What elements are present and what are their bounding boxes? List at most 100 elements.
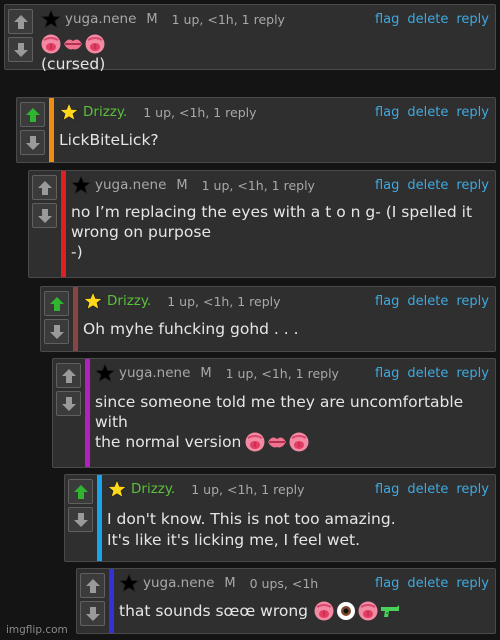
star-icon [119,573,139,593]
comment: yuga.nene M 1 up, <1h, 1 reply flag dele… [52,358,496,468]
comment-meta: 1 up, <1h, 1 reply [191,481,305,497]
vote-controls [8,9,35,65]
upvote-button[interactable] [56,363,81,388]
vote-controls [20,102,47,158]
delete-link[interactable]: delete [407,294,448,309]
downvote-button[interactable] [32,203,57,228]
comment: yuga.nene M 0 ups, <1h flag delete reply… [76,568,496,634]
reply-link[interactable]: reply [456,482,489,497]
comment-line: that sounds sœœ wrong [119,601,489,621]
comment-line: I don't know. This is not too amazing. [107,510,396,528]
star-icon [83,291,103,311]
comment-meta: 1 up, <1h, 1 reply [143,104,257,120]
arrow-up-icon [49,296,64,311]
username[interactable]: Drizzy. [83,104,127,120]
tongue-emoji-icon [245,432,265,452]
water-pistol-emoji-icon [380,601,400,621]
arrow-down-icon [25,135,40,150]
downvote-button[interactable] [44,319,69,344]
arrow-up-icon [25,107,40,122]
username[interactable]: yuga.nene [65,11,136,27]
comment-line-text: that sounds sœœ wrong [119,602,309,620]
comment-header: yuga.nene M 1 up, <1h, 1 reply flag dele… [95,359,489,387]
delete-link[interactable]: delete [407,12,448,27]
thread-bar [109,569,114,633]
comment-text: since someone told me they are uncomfort… [95,392,489,452]
comment-header: yuga.nene M 1 up, <1h, 1 reply flag dele… [71,171,489,199]
comment-header: Drizzy. 1 up, <1h, 1 reply flag delete r… [107,475,489,503]
comment-line: since someone told me they are uncomfort… [95,393,464,411]
comment-line: It's like it's licking me, I feel wet. [107,531,361,549]
mod-badge: M [224,575,236,591]
comment-text: LickBiteLick? [59,130,489,150]
arrow-up-icon [61,368,76,383]
delete-link[interactable]: delete [407,105,448,120]
reply-link[interactable]: reply [456,366,489,381]
flag-link[interactable]: flag [375,12,399,27]
reply-link[interactable]: reply [456,105,489,120]
comment-header: Drizzy. 1 up, <1h, 1 reply flag delete r… [59,98,489,126]
eye-emoji-icon [336,601,356,621]
comment-meta: 0 ups, <1h [249,575,319,591]
thread-bar [73,287,78,351]
comment-text: I don't know. This is not too amazing. I… [107,509,489,551]
upvote-button[interactable] [68,479,93,504]
downvote-button[interactable] [68,507,93,532]
vote-controls [56,363,83,419]
username[interactable]: yuga.nene [143,575,214,591]
comment-text: no I’m replacing the eyes with a t o n g… [71,202,489,262]
comment-header: yuga.nene M 0 ups, <1h flag delete reply [119,569,489,597]
flag-link[interactable]: flag [375,482,399,497]
flag-link[interactable]: flag [375,576,399,591]
downvote-button[interactable] [8,37,33,62]
flag-link[interactable]: flag [375,294,399,309]
delete-link[interactable]: delete [407,482,448,497]
comment-line: wrong on purpose [71,223,211,241]
arrow-down-icon [37,208,52,223]
vote-controls [44,291,71,347]
comment-line: LickBiteLick? [59,131,159,149]
star-icon [95,363,115,383]
upvote-button[interactable] [80,573,105,598]
downvote-button[interactable] [20,130,45,155]
flag-link[interactable]: flag [375,366,399,381]
upvote-button[interactable] [44,291,69,316]
arrow-down-icon [61,396,76,411]
watermark: imgflip.com [6,624,68,636]
arrow-up-icon [13,14,28,29]
tongue-emoji-icon [289,432,309,452]
comment-line-text: the normal version [95,433,242,451]
username[interactable]: yuga.nene [95,177,166,193]
comment: yuga.nene M 1 up, <1h, 1 reply flag dele… [28,170,496,278]
arrow-down-icon [49,324,64,339]
delete-link[interactable]: delete [407,576,448,591]
flag-link[interactable]: flag [375,178,399,193]
arrow-up-icon [73,484,88,499]
arrow-up-icon [37,180,52,195]
downvote-button[interactable] [80,601,105,626]
comment-line: the normal version [95,432,489,452]
thread-bar [61,171,66,277]
star-icon [107,479,127,499]
reply-link[interactable]: reply [456,576,489,591]
comment-text: Oh myhe fuhcking gohd . . . [83,319,489,339]
star-icon [41,9,61,29]
delete-link[interactable]: delete [407,366,448,381]
username[interactable]: yuga.nene [119,365,190,381]
comment-text: that sounds sœœ wrong [119,601,489,621]
reply-link[interactable]: reply [456,294,489,309]
reply-link[interactable]: reply [456,178,489,193]
comment-meta: 1 up, <1h, 1 reply [167,293,281,309]
upvote-button[interactable] [20,102,45,127]
flag-link[interactable]: flag [375,105,399,120]
delete-link[interactable]: delete [407,178,448,193]
username[interactable]: Drizzy. [107,293,151,309]
downvote-button[interactable] [56,391,81,416]
comment: Drizzy. 1 up, <1h, 1 reply flag delete r… [16,97,496,163]
mod-badge: M [146,11,158,27]
username[interactable]: Drizzy. [131,481,175,497]
reply-link[interactable]: reply [456,12,489,27]
lips-emoji-icon [63,34,83,54]
upvote-button[interactable] [8,9,33,34]
upvote-button[interactable] [32,175,57,200]
